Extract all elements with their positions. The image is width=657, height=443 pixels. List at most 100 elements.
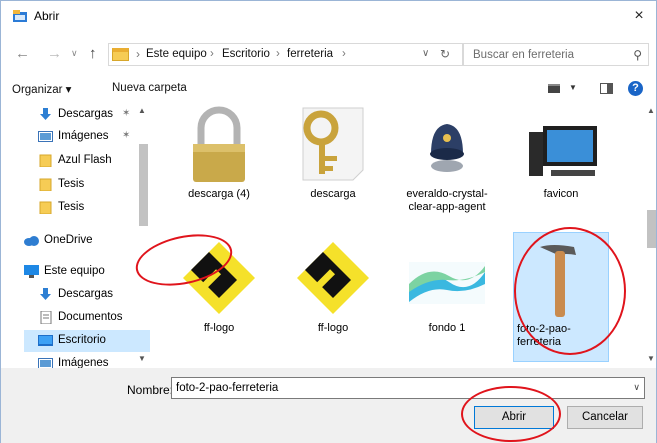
file-item-foto-2-pao-ferreteria[interactable]: foto-2-pao-ferreteria bbox=[513, 232, 609, 362]
recent-locations-icon[interactable]: ∨ bbox=[71, 48, 78, 59]
app-icon bbox=[13, 10, 27, 22]
breadcrumb-este-equipo[interactable]: Este equipo bbox=[146, 48, 207, 60]
preview-pane-icon[interactable] bbox=[600, 83, 613, 94]
sidebar-item-label: OneDrive bbox=[44, 234, 93, 246]
scroll-up-arrow-icon[interactable]: ▲ bbox=[138, 106, 146, 115]
address-dropdown-icon[interactable]: ∨ bbox=[422, 48, 429, 59]
new-folder-button[interactable]: Nueva carpeta bbox=[112, 82, 187, 94]
pin-icon[interactable]: ✶ bbox=[122, 130, 130, 141]
sidebar-item-escritorio[interactable]: Escritorio bbox=[24, 330, 150, 352]
search-icon[interactable]: ⚲ bbox=[633, 48, 642, 62]
scroll-down-arrow-icon[interactable]: ▼ bbox=[138, 354, 146, 363]
padlock-thumbnail bbox=[193, 106, 245, 182]
sidebar-item-tesis[interactable]: Tesis bbox=[24, 174, 150, 196]
breadcrumb-ferreteria[interactable]: ferreteria bbox=[287, 48, 333, 60]
sidebar-item-este-equipo[interactable]: Este equipo bbox=[24, 261, 136, 283]
close-button[interactable]: × bbox=[628, 6, 650, 26]
file-name: descarga bbox=[310, 188, 356, 200]
file-name: foto-2-pao-ferreteria bbox=[517, 323, 571, 348]
sidebar-item-label: Este equipo bbox=[44, 265, 105, 277]
sidebar-item-label: Tesis bbox=[58, 201, 85, 213]
search-placeholder: Buscar en ferreteria bbox=[473, 49, 574, 61]
folder-icon bbox=[39, 154, 52, 167]
cloud-icon bbox=[24, 236, 39, 246]
scrollbar-thumb[interactable] bbox=[139, 144, 148, 226]
search-input[interactable]: Buscar en ferreteria ⚲ bbox=[463, 43, 649, 66]
breadcrumb-escritorio[interactable]: Escritorio bbox=[222, 48, 270, 60]
file-list-scrollbar[interactable]: ▲ ▼ bbox=[644, 104, 657, 368]
view-options-dropdown-icon[interactable]: ▼ bbox=[569, 83, 577, 92]
ff-logo-thumbnail bbox=[297, 242, 369, 314]
refresh-icon[interactable]: ↻ bbox=[440, 47, 450, 61]
sidebar-item-imagenes[interactable]: Imágenes ✶ bbox=[24, 126, 150, 148]
file-name: everaldo-crystal-clear-app-agent bbox=[406, 188, 488, 213]
folder-icon bbox=[112, 48, 129, 61]
file-name: ff-logo bbox=[317, 322, 349, 334]
pictures-icon bbox=[38, 358, 53, 368]
command-toolbar: Organizar ▾ Nueva carpeta ▼ ? bbox=[1, 77, 656, 101]
sidebar-item-label: Tesis bbox=[58, 178, 85, 190]
sidebar-item-documentos[interactable]: Documentos bbox=[24, 307, 150, 329]
address-bar[interactable]: › Este equipo › Escritorio › ferreteria … bbox=[108, 43, 463, 66]
cancel-button[interactable]: Cancelar bbox=[567, 406, 643, 429]
scroll-down-arrow-icon[interactable]: ▼ bbox=[647, 354, 655, 363]
breadcrumb-separator: › bbox=[342, 48, 346, 60]
breadcrumb-separator: › bbox=[276, 48, 280, 60]
file-name: ff-logo bbox=[203, 322, 235, 334]
open-file-dialog: Abrir × ← → ∨ ↑ › Este equipo › Escritor… bbox=[0, 0, 657, 443]
back-arrow-icon[interactable]: ← bbox=[15, 45, 30, 62]
file-item-descarga-4[interactable]: descarga (4) bbox=[171, 104, 267, 228]
file-item-favicon[interactable]: favicon bbox=[513, 104, 609, 228]
change-view-icon[interactable] bbox=[548, 84, 560, 93]
bottom-panel: Nombre: foto-2-pao-ferreteria ∨ Abrir Ca… bbox=[1, 368, 656, 443]
file-item-ff-logo[interactable]: ff-logo bbox=[171, 238, 267, 362]
breadcrumb-separator: › bbox=[136, 47, 140, 61]
up-arrow-icon[interactable]: ↑ bbox=[89, 45, 97, 62]
file-name: fondo 1 bbox=[428, 322, 466, 334]
download-icon bbox=[40, 288, 51, 300]
sidebar-item-onedrive[interactable]: OneDrive bbox=[24, 230, 136, 252]
sidebar-item-label: Descargas bbox=[58, 288, 113, 300]
sidebar-item-imagenes-2[interactable]: Imágenes bbox=[24, 353, 150, 368]
agent-thumbnail bbox=[430, 124, 464, 172]
key-thumbnail bbox=[302, 107, 364, 181]
file-item-everaldo-crystal-clear-app-agent[interactable]: everaldo-crystal-clear-app-agent bbox=[399, 104, 495, 228]
forward-arrow-icon[interactable]: → bbox=[47, 45, 62, 62]
folder-icon bbox=[39, 178, 52, 191]
sidebar-item-azul-flash[interactable]: Azul Flash bbox=[24, 150, 150, 172]
file-item-ff-logo-2[interactable]: ff-logo bbox=[285, 238, 381, 362]
sidebar-item-label: Descargas bbox=[58, 108, 113, 120]
pin-icon[interactable]: ✶ bbox=[122, 108, 130, 119]
open-button[interactable]: Abrir bbox=[474, 406, 554, 429]
hammer-thumbnail bbox=[540, 245, 576, 317]
sidebar-item-label: Documentos bbox=[58, 311, 123, 323]
sidebar-item-tesis-2[interactable]: Tesis bbox=[24, 197, 150, 219]
download-icon bbox=[40, 108, 51, 120]
breadcrumb-separator: › bbox=[210, 48, 214, 60]
sidebar-item-label: Escritorio bbox=[58, 334, 106, 346]
folder-icon bbox=[39, 201, 52, 214]
file-name-value: foto-2-pao-ferreteria bbox=[176, 382, 279, 394]
scroll-up-arrow-icon[interactable]: ▲ bbox=[647, 106, 655, 115]
organize-button[interactable]: Organizar ▾ bbox=[12, 82, 71, 96]
sidebar-item-descargas-2[interactable]: Descargas bbox=[24, 284, 150, 306]
file-name-label: Nombre: bbox=[127, 383, 174, 397]
chevron-down-icon[interactable]: ∨ bbox=[633, 382, 640, 393]
navigation-pane: Descargas ✶ Imágenes ✶ Azul Flash Tesis … bbox=[24, 104, 150, 368]
sidebar-item-label: Imágenes bbox=[58, 357, 109, 368]
computer-icon bbox=[24, 265, 39, 278]
file-list: descarga (4) descarga everaldo-crystal-c… bbox=[153, 104, 641, 368]
window-title: Abrir bbox=[34, 9, 60, 23]
sidebar-scrollbar[interactable]: ▲ ▼ bbox=[135, 104, 151, 368]
wave-thumbnail bbox=[409, 262, 485, 304]
sidebar-item-descargas[interactable]: Descargas ✶ bbox=[24, 104, 150, 126]
file-item-descarga[interactable]: descarga bbox=[285, 104, 381, 228]
file-item-fondo-1[interactable]: fondo 1 bbox=[399, 238, 495, 362]
scrollbar-thumb[interactable] bbox=[647, 210, 656, 248]
file-name-input[interactable]: foto-2-pao-ferreteria ∨ bbox=[171, 377, 645, 399]
help-icon[interactable]: ? bbox=[628, 81, 643, 96]
title-bar: Abrir × bbox=[1, 1, 656, 31]
file-name: descarga (4) bbox=[188, 188, 250, 200]
file-name: favicon bbox=[543, 188, 579, 200]
sidebar-item-label: Imágenes bbox=[58, 130, 109, 142]
